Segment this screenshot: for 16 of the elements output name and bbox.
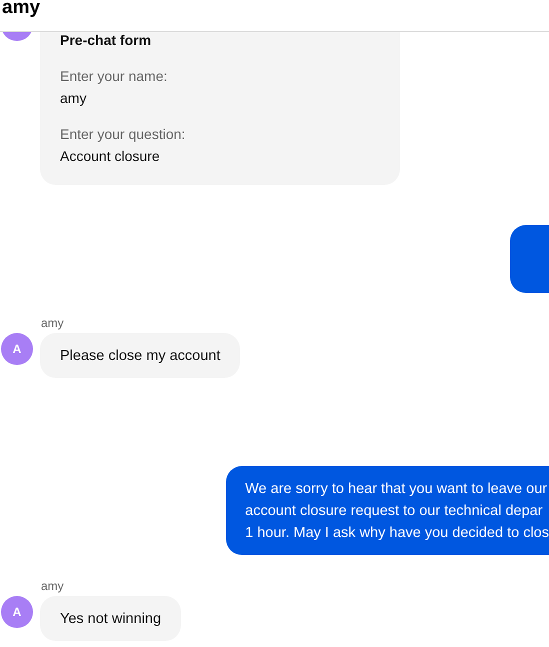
message-bubble (510, 225, 549, 293)
message-line: 1 hour. May I ask why have you decided to clos (245, 524, 549, 543)
chat-title: amy (2, 0, 40, 18)
field-label: Enter your name: (60, 67, 168, 86)
avatar: A (1, 333, 33, 365)
avatar: A (1, 596, 33, 628)
message-bubble: Yes not winning (40, 596, 182, 641)
field-value: amy (60, 89, 88, 108)
field-label: Enter your question: (60, 125, 186, 144)
sender-name: amy (41, 579, 65, 593)
field-value: Account closure (60, 147, 161, 166)
message-bubble: Please close my account (40, 333, 240, 378)
message-line: account closure request to our technical depar (245, 502, 543, 521)
form-title: Pre-chat form (60, 31, 152, 50)
sender-name: amy (41, 316, 65, 330)
message-line: We are sorry to hear that you want to leave our (245, 480, 548, 499)
